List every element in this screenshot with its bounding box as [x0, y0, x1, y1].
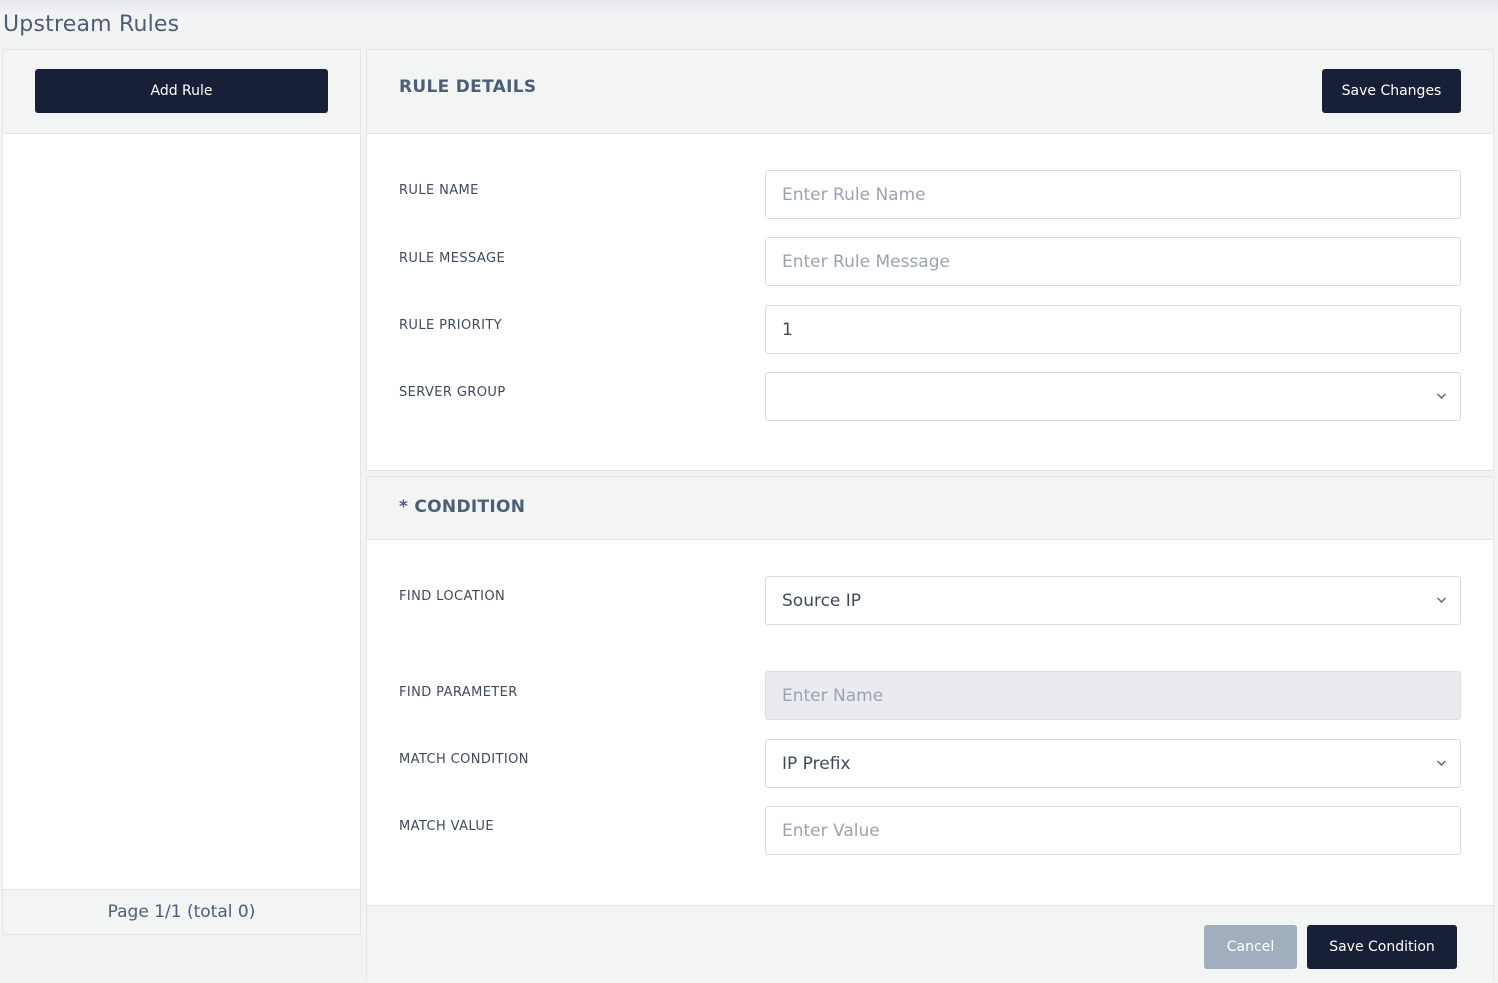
- match-condition-value: IP Prefix: [782, 753, 851, 774]
- chevron-down-icon: [1437, 390, 1446, 399]
- server-group-select[interactable]: [765, 372, 1461, 421]
- page-title: Upstream Rules: [3, 12, 180, 37]
- pagination-text: Page 1/1 (total 0): [107, 902, 256, 922]
- find-location-select[interactable]: Source IP: [765, 576, 1461, 625]
- match-value-label: MATCH VALUE: [399, 819, 494, 834]
- condition-footer: Cancel Save Condition: [367, 905, 1493, 983]
- add-rule-button[interactable]: Add Rule: [35, 69, 328, 113]
- match-value-input[interactable]: [765, 806, 1461, 855]
- pagination-footer: Page 1/1 (total 0): [3, 889, 360, 934]
- rules-list-panel: Add Rule Page 1/1 (total 0): [2, 49, 361, 935]
- rule-details-panel: RULE DETAILS Save Changes RULE NAME RULE…: [366, 49, 1494, 471]
- rule-priority-label: RULE PRIORITY: [399, 318, 503, 333]
- find-location-value: Source IP: [782, 590, 862, 611]
- top-shade: [0, 0, 1498, 14]
- save-changes-button[interactable]: Save Changes: [1322, 69, 1461, 113]
- condition-title: * CONDITION: [399, 497, 526, 517]
- rule-name-label: RULE NAME: [399, 183, 479, 198]
- find-parameter-input: [765, 671, 1461, 720]
- find-parameter-label: FIND PARAMETER: [399, 685, 518, 700]
- rule-details-title: RULE DETAILS: [399, 77, 537, 97]
- save-condition-button[interactable]: Save Condition: [1307, 925, 1457, 969]
- rule-name-input[interactable]: [765, 170, 1461, 219]
- chevron-down-icon: [1437, 594, 1446, 603]
- match-condition-label: MATCH CONDITION: [399, 752, 529, 767]
- chevron-down-icon: [1437, 757, 1446, 766]
- condition-header: * CONDITION: [367, 477, 1493, 540]
- rule-details-header: RULE DETAILS Save Changes: [367, 50, 1493, 134]
- rule-message-input[interactable]: [765, 237, 1461, 286]
- rule-priority-input[interactable]: [765, 305, 1461, 354]
- match-condition-select[interactable]: IP Prefix: [765, 739, 1461, 788]
- condition-panel: * CONDITION FIND LOCATION Source IP FIND…: [366, 476, 1494, 983]
- rule-message-label: RULE MESSAGE: [399, 251, 506, 266]
- server-group-label: SERVER GROUP: [399, 385, 506, 400]
- find-location-label: FIND LOCATION: [399, 589, 506, 604]
- cancel-button[interactable]: Cancel: [1204, 925, 1297, 969]
- rules-list-header: Add Rule: [3, 50, 360, 134]
